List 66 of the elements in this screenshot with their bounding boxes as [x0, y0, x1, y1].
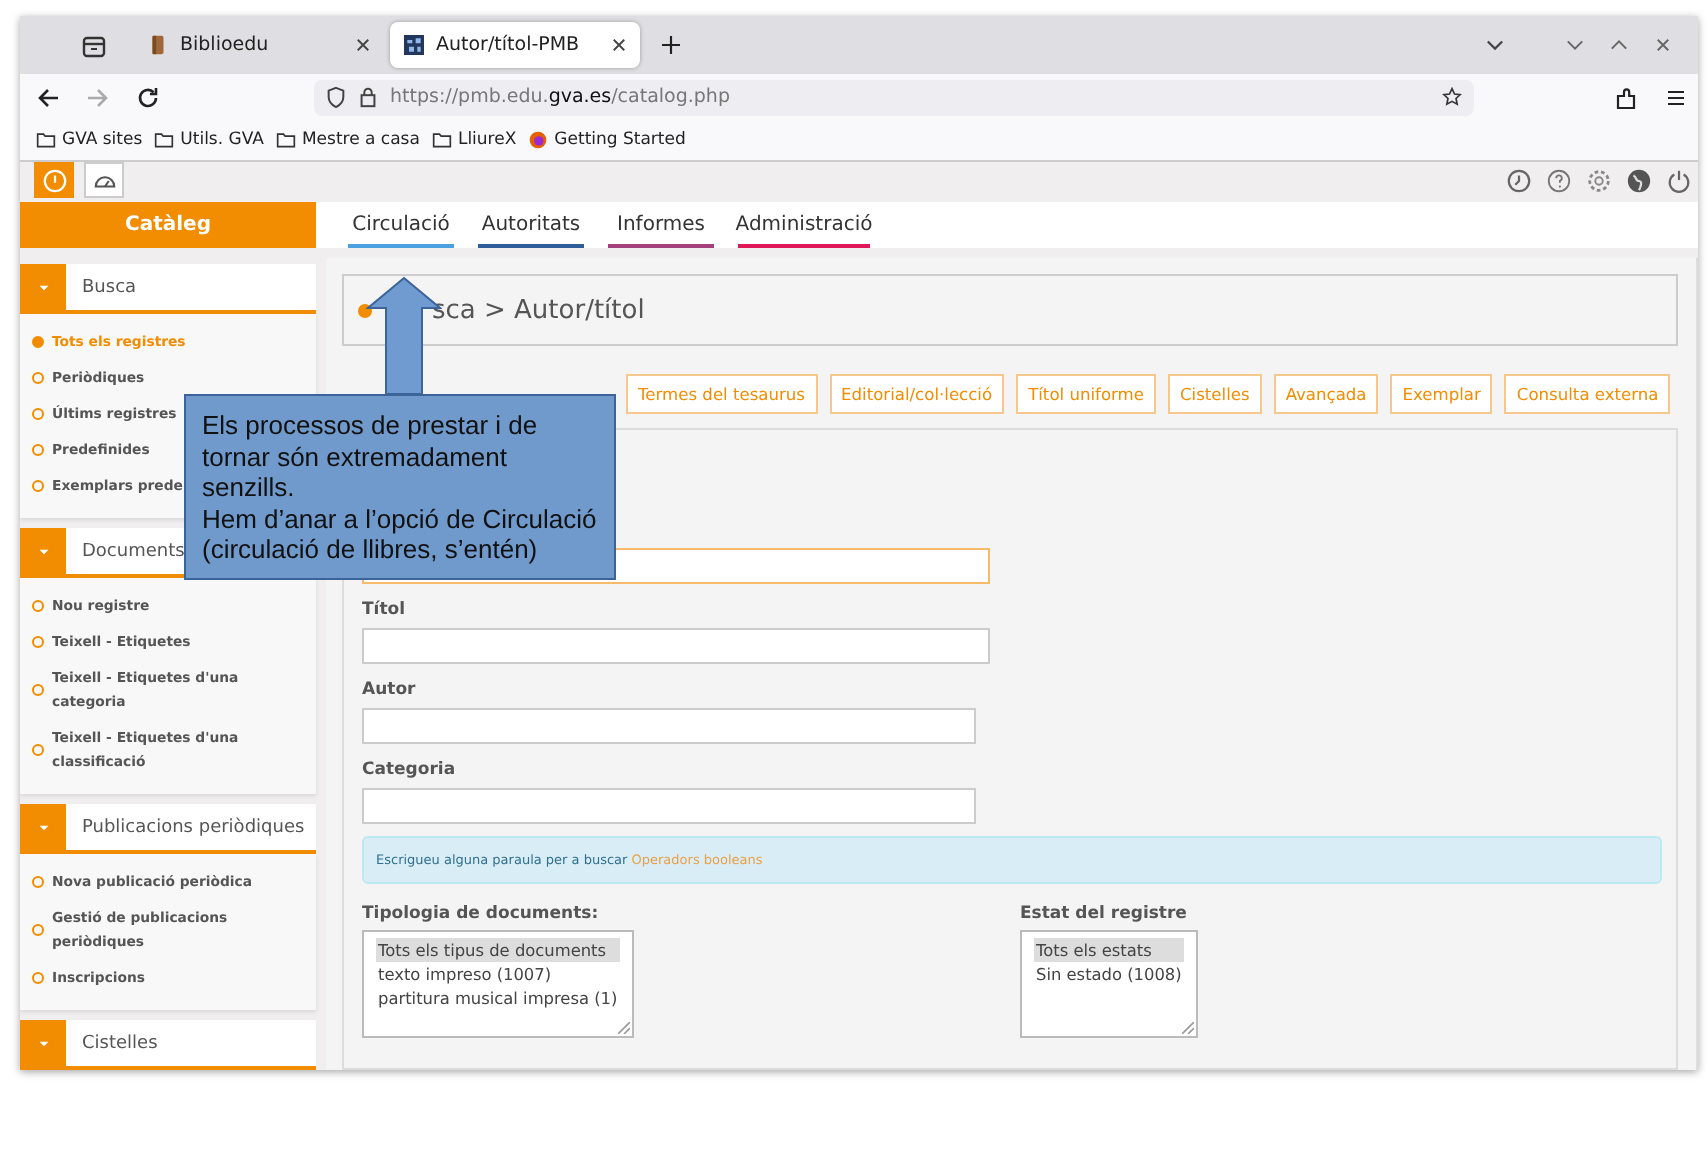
browser-tab[interactable]: Autor/títol-PMB	[390, 22, 640, 68]
caret-icon	[37, 1039, 49, 1047]
maximize-icon[interactable]	[1610, 38, 1628, 52]
history-icon[interactable]	[1506, 167, 1532, 193]
bookmark[interactable]: Utils. GVA	[154, 130, 264, 150]
dashboard-button[interactable]	[84, 162, 124, 198]
folder-icon	[431, 130, 452, 150]
folder-icon	[275, 130, 296, 150]
info-icon	[41, 167, 67, 193]
forward-icon[interactable]	[86, 85, 110, 109]
callout-text: Els processos de prestar i de tornar són extremadament senzills.	[202, 410, 540, 503]
bookmark[interactable]: LliureX	[431, 130, 517, 150]
field-label: Categoria	[362, 760, 458, 780]
text-field[interactable]	[362, 708, 976, 744]
menu-tab[interactable]: Informes	[608, 202, 714, 248]
minimize-icon[interactable]	[1566, 38, 1584, 52]
address-field[interactable]: https://pmb.edu.gva.es/catalog.php	[314, 79, 1474, 115]
shield-icon	[326, 86, 346, 108]
back-icon[interactable]	[36, 85, 60, 109]
info-button[interactable]	[34, 162, 74, 198]
lock-icon	[358, 86, 378, 108]
url-text: https://pmb.edu.gva.es/catalog.php	[390, 86, 730, 108]
menu-icon[interactable]	[1664, 85, 1688, 109]
close-icon[interactable]	[356, 38, 370, 52]
callout-text: Hem d’anar a l’opció de Circulació (circulació de llibres, s’entén)	[202, 503, 599, 565]
list-option[interactable]: Tots els estats	[1034, 938, 1184, 962]
menu-tab[interactable]: Autoritats	[478, 202, 584, 248]
help-icon[interactable]	[1546, 167, 1572, 193]
star-icon[interactable]	[1442, 86, 1462, 108]
list-option[interactable]: Tots els tipus de documents	[376, 938, 620, 962]
tab-list-icon[interactable]	[82, 33, 106, 57]
browser-tab[interactable]: Biblioedu	[134, 22, 384, 68]
new-tab-icon[interactable]	[662, 36, 680, 54]
field-label: Títol	[362, 600, 408, 620]
extensions-icon[interactable]	[1614, 85, 1638, 109]
power-icon[interactable]	[1666, 167, 1692, 193]
text-field[interactable]	[362, 788, 976, 824]
bookmark[interactable]: GVA sites	[36, 130, 143, 150]
caret-icon	[37, 547, 49, 555]
list-option[interactable]: Sin estado (1008)	[1034, 962, 1184, 986]
caret-icon	[37, 823, 49, 831]
menu-tab[interactable]: Circulació	[348, 202, 454, 248]
text-field[interactable]	[362, 628, 990, 664]
list-label: Estat del registre	[1020, 904, 1189, 924]
resize-grip-icon[interactable]	[1181, 1022, 1194, 1034]
folder-icon	[36, 130, 56, 150]
list-box[interactable]: Tots els tipus de documents texto impreso (1007) partitura musical impresa (1)	[362, 930, 634, 1038]
list-box[interactable]: Tots els estats Sin estado (1008)	[1020, 930, 1198, 1038]
reload-icon[interactable]	[136, 85, 160, 109]
close-icon[interactable]	[1654, 38, 1672, 52]
folder-icon	[154, 130, 175, 150]
settings-icon[interactable]	[1586, 167, 1612, 193]
bookmark[interactable]: Getting Started	[528, 130, 686, 150]
dot-icon	[358, 303, 372, 317]
book-icon	[148, 34, 168, 56]
resize-grip-icon[interactable]	[617, 1022, 630, 1034]
chevron-down-icon[interactable]	[1486, 38, 1504, 52]
bookmark[interactable]: Mestre a casa	[275, 130, 420, 150]
list-option[interactable]: texto impreso (1007)	[376, 962, 620, 986]
close-icon[interactable]	[612, 38, 626, 52]
menu-tab[interactable]: Administració	[738, 202, 870, 248]
caret-icon	[37, 283, 49, 291]
list-option[interactable]: partitura musical impresa (1)	[376, 986, 620, 1010]
logo-icon	[404, 34, 424, 56]
list-label: Tipologia de documents:	[362, 904, 601, 924]
field-label: Autor	[362, 680, 418, 700]
